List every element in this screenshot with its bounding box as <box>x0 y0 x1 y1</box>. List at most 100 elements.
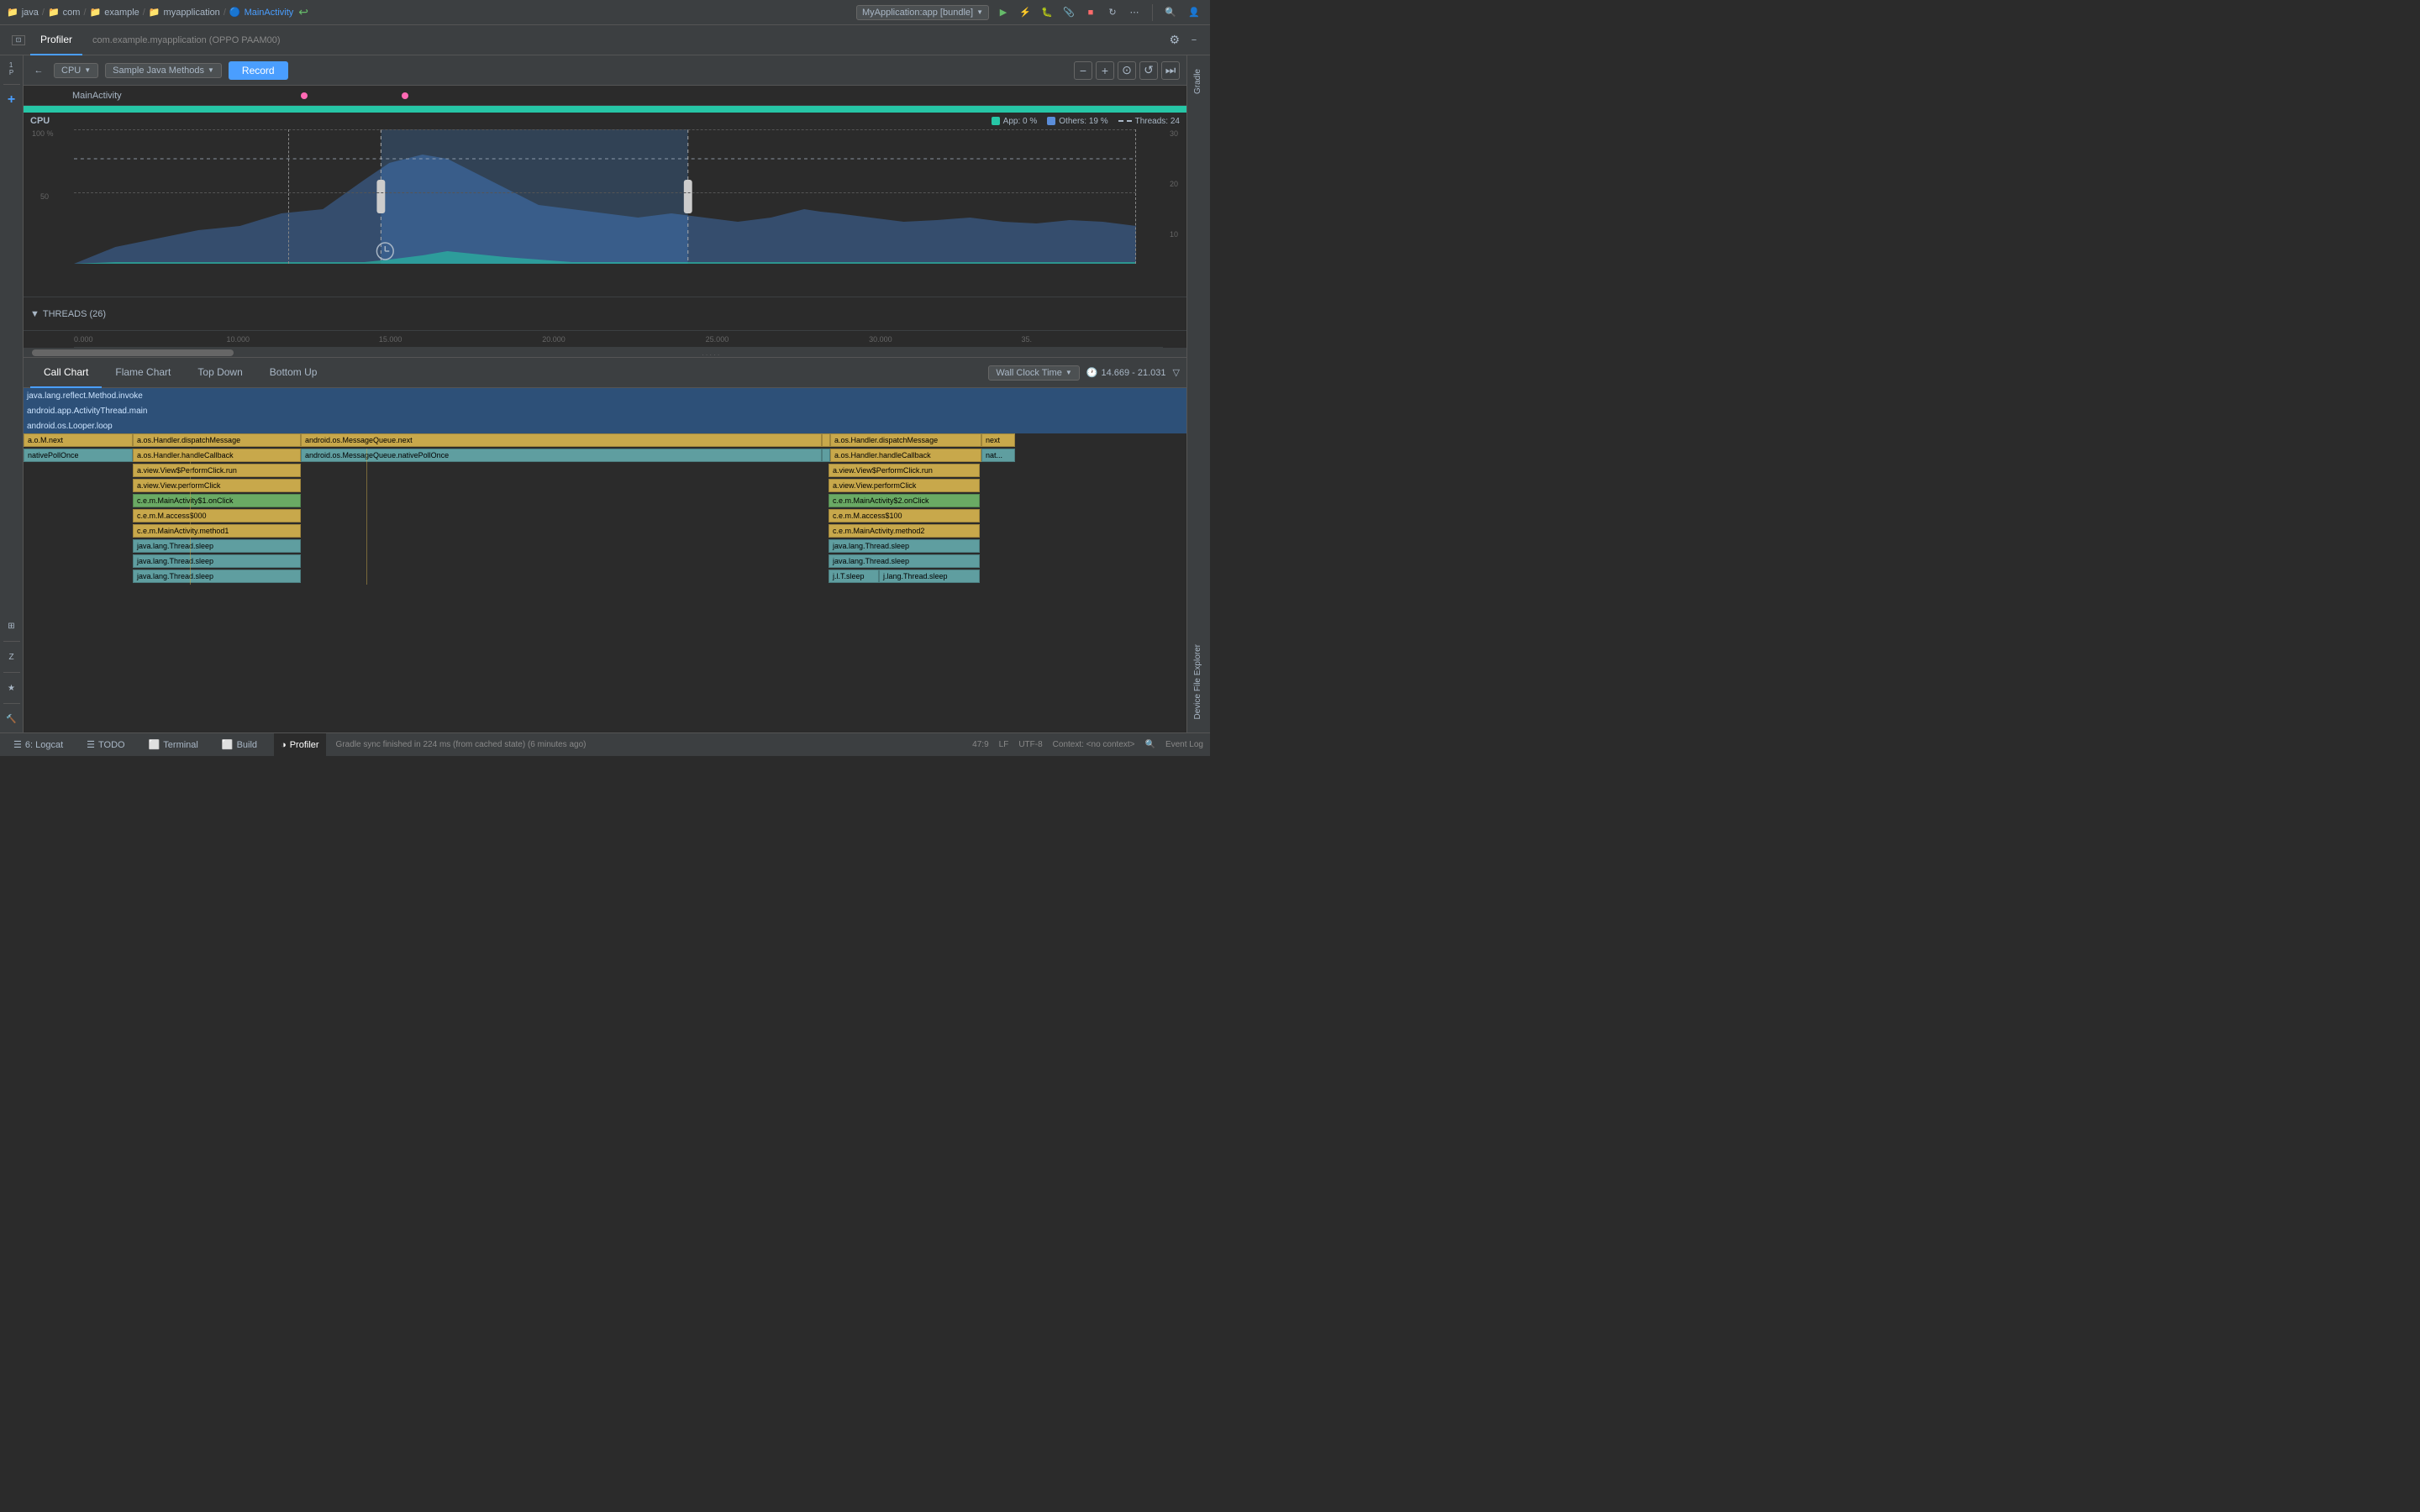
bar-onclick-2[interactable]: c.e.m.MainActivity$2.onClick <box>829 494 980 507</box>
search-icon[interactable]: 🔍 <box>1161 3 1180 22</box>
empty-18 <box>822 539 829 554</box>
sync-btn[interactable]: ↻ <box>1103 3 1122 22</box>
bar-performclick-run-1[interactable]: a.view.View$PerformClick.run <box>133 464 301 477</box>
call-chart-area[interactable]: java.lang.reflect.Method.invoke android.… <box>24 388 1186 732</box>
bar-msgqueue-nativepoll[interactable]: android.os.MessageQueue.nativePollOnce <box>301 449 822 462</box>
right-tab-device-file[interactable]: Device File Explorer <box>1190 634 1207 729</box>
left-sidebar-toggle[interactable]: ⊡ <box>7 35 30 45</box>
threads-toggle[interactable]: ▼ <box>30 309 39 319</box>
zoom-reset-btn[interactable]: ↺ <box>1139 61 1158 80</box>
method-selector[interactable]: Sample Java Methods ▼ <box>105 63 222 78</box>
breadcrumb-java-label[interactable]: java <box>22 8 39 18</box>
sidebar-structure-icon[interactable]: Z <box>2 647 22 667</box>
line-ending[interactable]: LF <box>999 740 1009 749</box>
breadcrumb-example-label[interactable]: example <box>104 8 139 18</box>
more-btn[interactable]: ⋯ <box>1125 3 1144 22</box>
bar-aom-next[interactable]: a.o.M.next <box>24 433 133 447</box>
status-tab-build[interactable]: ⬜ Build <box>215 733 264 757</box>
bar-sleep-2c[interactable]: j.lang.Thread.sleep <box>879 570 980 583</box>
tab-call-chart-label: Call Chart <box>44 366 88 378</box>
event-log-label[interactable]: Event Log <box>1165 740 1203 749</box>
debug-btn[interactable]: ⚡ <box>1016 3 1034 22</box>
bar-sleep-2b[interactable]: java.lang.Thread.sleep <box>829 554 980 568</box>
selection-handle-right[interactable] <box>684 180 692 213</box>
bar-access000-1[interactable]: c.e.m.M.access$000 <box>133 509 301 522</box>
zoom-minus-btn[interactable]: − <box>1074 61 1092 80</box>
hscroll-thumb[interactable] <box>32 349 234 356</box>
bar-performclick-2[interactable]: a.view.View.performClick <box>829 479 980 492</box>
record-button[interactable]: Record <box>229 61 288 80</box>
bar-sleep-2a[interactable]: java.lang.Thread.sleep <box>829 539 980 553</box>
cpu-dropdown-arrow: ▼ <box>84 66 91 74</box>
filter-button[interactable]: ▽ <box>1173 367 1180 378</box>
bar-performclick-1[interactable]: a.view.View.performClick <box>133 479 301 492</box>
y-label-right-20: 20 <box>1170 180 1178 188</box>
profile-btn[interactable]: 🐛 <box>1038 3 1056 22</box>
sidebar-divider-1 <box>3 84 20 85</box>
minimize-icon[interactable]: − <box>1185 31 1203 50</box>
vert-line-1 <box>190 449 191 585</box>
avatar-icon[interactable]: 👤 <box>1185 3 1203 22</box>
bar-nat[interactable]: nat... <box>981 449 1015 462</box>
empty-14 <box>301 524 822 539</box>
bar-handler-dispatch-1[interactable]: a.os.Handler.dispatchMessage <box>133 433 301 447</box>
bar-jltsleep[interactable]: j.l.T.sleep <box>829 570 879 583</box>
bar-msgqueue-next[interactable]: android.os.MessageQueue.next <box>301 433 822 447</box>
breadcrumb-myapp[interactable]: 📁 <box>149 7 160 18</box>
status-tab-terminal[interactable]: ⬜ Terminal <box>142 733 205 757</box>
breadcrumb-com[interactable]: 📁 <box>48 7 60 18</box>
breadcrumb-mainactivity[interactable]: 🔵 <box>229 7 241 18</box>
selection-handle-left[interactable] <box>376 180 385 213</box>
tab-bottom-up[interactable]: Bottom Up <box>256 358 331 388</box>
bar-access100-2[interactable]: c.e.m.M.access$100 <box>829 509 980 522</box>
bar-method2-2[interactable]: c.e.m.MainActivity.method2 <box>829 524 980 538</box>
right-tab-gradle[interactable]: Gradle <box>1190 59 1207 104</box>
undo-icon[interactable]: ↩ <box>298 5 308 19</box>
status-tab-logcat[interactable]: ☰ 6: Logcat <box>7 733 70 757</box>
back-button[interactable]: ← <box>30 62 47 79</box>
status-tab-profiler[interactable]: ◑ Profiler <box>274 733 326 757</box>
breadcrumb-example[interactable]: 📁 <box>90 7 102 18</box>
cursor-pos[interactable]: 47:9 <box>972 740 988 749</box>
bar-method1-1[interactable]: c.e.m.MainActivity.method1 <box>133 524 301 538</box>
run-btn[interactable]: ▶ <box>994 3 1013 22</box>
cpu-selector[interactable]: CPU ▼ <box>54 63 98 78</box>
attach-btn[interactable]: 📎 <box>1060 3 1078 22</box>
breadcrumb-myapp-label[interactable]: myapplication <box>164 8 220 18</box>
bar-handler-dispatch-2[interactable]: a.os.Handler.dispatchMessage <box>830 433 981 447</box>
grid-line-50 <box>74 192 1136 193</box>
breadcrumb-mainactivity-label[interactable]: MainActivity <box>245 8 294 18</box>
sidebar-layout-icon[interactable]: ⊞ <box>2 616 22 636</box>
app-selector[interactable]: MyApplication:app [bundle] ▼ <box>856 5 989 20</box>
bar-performclick-run-2[interactable]: a.view.View$PerformClick.run <box>829 464 980 477</box>
bar-sleep-1b[interactable]: java.lang.Thread.sleep <box>133 554 301 568</box>
event-log-icon: 🔍 <box>1145 740 1155 749</box>
sidebar-favorites-icon[interactable]: ★ <box>2 678 22 698</box>
tab-profiler[interactable]: Profiler <box>30 25 82 55</box>
bar-next[interactable]: next <box>981 433 1015 447</box>
bar-handler-callback-1[interactable]: a.os.Handler.handleCallback <box>133 449 301 462</box>
breadcrumb-java[interactable]: 📁 <box>7 7 18 18</box>
sidebar-build-icon[interactable]: 🔨 <box>2 709 22 729</box>
settings-icon[interactable]: ⚙ <box>1164 33 1185 47</box>
sidebar-project-icon[interactable]: 1P <box>2 59 22 79</box>
tab-flame-chart[interactable]: Flame Chart <box>102 358 184 388</box>
hscrollbar[interactable]: ····· <box>24 348 1186 358</box>
zoom-plus-btn[interactable]: + <box>1096 61 1114 80</box>
bar-sleep-1c[interactable]: java.lang.Thread.sleep <box>133 570 301 583</box>
zoom-end-btn[interactable]: ⏭ <box>1161 61 1180 80</box>
bar-sep2 <box>822 449 830 462</box>
status-tab-todo[interactable]: ☰ TODO <box>80 733 131 757</box>
bar-onclick-1[interactable]: c.e.m.MainActivity$1.onClick <box>133 494 301 507</box>
tab-call-chart[interactable]: Call Chart <box>30 358 102 388</box>
bar-sleep-1a[interactable]: java.lang.Thread.sleep <box>133 539 301 553</box>
bar-nativepollonce-1[interactable]: nativePollOnce <box>24 449 133 462</box>
zoom-fit-btn[interactable]: ⊙ <box>1118 61 1136 80</box>
bar-handler-callback-2[interactable]: a.os.Handler.handleCallback <box>830 449 981 462</box>
sidebar-add-icon[interactable]: + <box>2 90 22 110</box>
tab-top-down[interactable]: Top Down <box>184 358 255 388</box>
encoding[interactable]: UTF-8 <box>1018 740 1042 749</box>
wall-clock-selector[interactable]: Wall Clock Time ▼ <box>988 365 1079 381</box>
stop-btn[interactable]: ■ <box>1081 3 1100 22</box>
breadcrumb-com-label[interactable]: com <box>63 8 81 18</box>
